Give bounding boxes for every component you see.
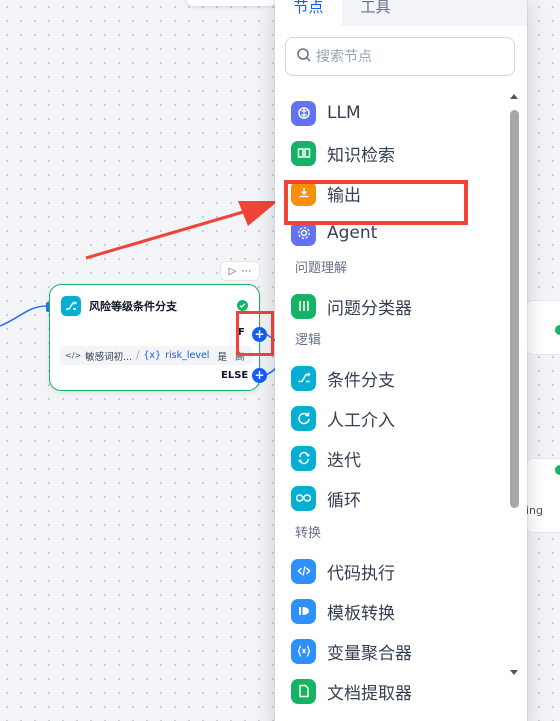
annotation-box-output — [284, 180, 468, 225]
block-item-label: 文档提取器 — [327, 683, 412, 704]
incoming-edge — [0, 305, 48, 327]
doc-extractor-icon — [291, 678, 316, 704]
condition-operator: 是 — [217, 351, 227, 363]
node-title: 风险等级条件分支 — [89, 300, 177, 313]
book-icon — [291, 140, 316, 166]
partial-node-top[interactable] — [525, 300, 560, 355]
block-item-label: 知识检索 — [327, 145, 395, 166]
search-box — [285, 37, 515, 76]
search-icon — [296, 47, 312, 67]
success-check-icon — [237, 300, 248, 311]
success-check-icon — [555, 325, 560, 335]
scroll-down-arrow-icon[interactable] — [510, 670, 518, 675]
condition-field-prefix: {x} — [143, 350, 162, 361]
block-item-label: LLM — [327, 103, 361, 123]
block-item-llm[interactable]: LLM — [291, 95, 501, 131]
top-panel-edge — [186, 0, 278, 6]
scroll-thumb[interactable] — [510, 110, 519, 508]
annotation-arrow-line — [85, 208, 251, 260]
block-item-knowledge-retrieval[interactable]: 知识检索 — [291, 135, 501, 171]
block-item-variable-aggregator[interactable]: 变量聚合器 — [291, 633, 501, 669]
iteration-icon — [291, 445, 316, 471]
block-item-label: 问题分类器 — [327, 298, 412, 319]
block-item-question-classifier[interactable]: 问题分类器 — [291, 288, 501, 324]
branch-icon — [61, 296, 81, 316]
tab-tools[interactable]: 工具 — [342, 0, 409, 26]
block-item-label: 变量聚合器 — [327, 643, 412, 664]
condition-separator: / — [136, 350, 140, 361]
partial-node-bottom[interactable]: ing — [525, 458, 560, 533]
block-item-label: 迭代 — [327, 450, 361, 471]
condition-row: </> 敏感词初... / {x} risk_level 是 高 — [60, 346, 253, 365]
run-icon[interactable]: ▷ — [229, 266, 237, 277]
more-icon[interactable]: ⋯ — [241, 266, 251, 277]
block-item-if-else[interactable]: 条件分支 — [291, 360, 501, 396]
search-input[interactable] — [316, 48, 506, 65]
llm-icon — [291, 100, 316, 126]
condition-field: risk_level — [165, 350, 210, 361]
template-icon — [291, 598, 316, 624]
section-label-understanding: 问题理解 — [295, 261, 348, 276]
code-icon — [291, 558, 316, 584]
block-selector-panel: 节点 工具 LLM 知识检索 输出 Agent 问题理解 问 — [275, 0, 527, 721]
tab-nodes[interactable]: 节点 — [275, 0, 342, 26]
block-item-label: 条件分支 — [327, 370, 395, 391]
section-label-logic: 逻辑 — [295, 333, 322, 348]
block-item-human-input[interactable]: 人工介入 — [291, 400, 501, 436]
block-item-label: 代码执行 — [327, 563, 395, 584]
panel-tabs: 节点 工具 — [275, 0, 527, 26]
section-label-transform: 转换 — [295, 526, 322, 541]
block-item-label: Agent — [327, 223, 378, 243]
block-item-iteration[interactable]: 迭代 — [291, 440, 501, 476]
block-item-label: 人工介入 — [327, 410, 395, 431]
variable-code-icon: </> — [65, 351, 82, 360]
scroll-up-arrow-icon[interactable] — [510, 94, 518, 99]
success-check-icon — [555, 465, 560, 475]
branch-icon — [291, 365, 316, 391]
node-mini-toolbar: ▷ ⋯ — [220, 261, 260, 281]
block-item-label: 循环 — [327, 490, 361, 511]
block-item-template[interactable]: 模板转换 — [291, 593, 501, 629]
block-item-loop[interactable]: 循环 — [291, 480, 501, 516]
condition-variable: 敏感词初... — [85, 351, 133, 363]
if-else-node[interactable]: 风险等级条件分支 F </> 敏感词初... / {x} risk_level … — [49, 284, 260, 391]
variable-icon — [291, 638, 316, 664]
partial-node-text: ing — [526, 504, 544, 517]
block-item-code[interactable]: 代码执行 — [291, 553, 501, 589]
loop-icon — [291, 485, 316, 511]
else-label: ELSE — [221, 370, 249, 381]
block-item-doc-extractor[interactable]: 文档提取器 — [291, 673, 501, 709]
human-icon — [291, 405, 316, 431]
panel-scrollbar[interactable] — [508, 94, 522, 684]
block-item-label: 模板转换 — [327, 603, 395, 624]
annotation-arrow-head — [238, 201, 278, 226]
annotation-box-handle — [236, 311, 274, 356]
else-add-handle[interactable]: + — [252, 368, 267, 383]
classifier-icon — [291, 293, 316, 319]
